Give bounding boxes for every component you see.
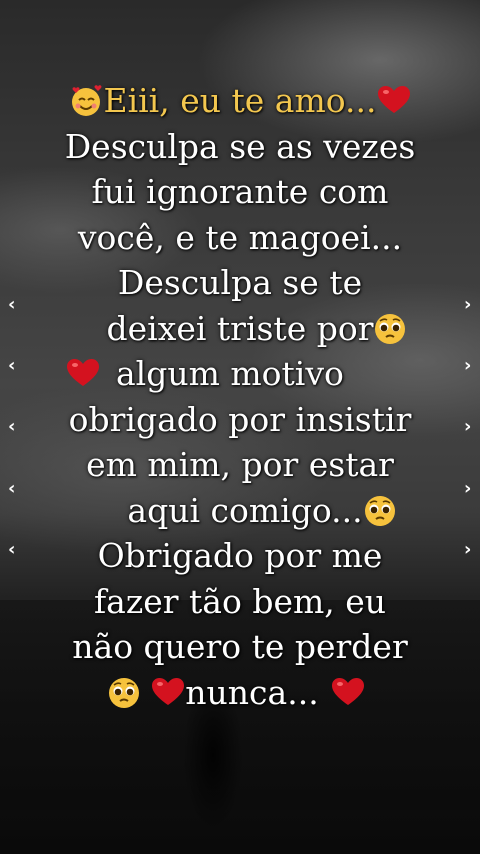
smiling-face-with-hearts-icon: [69, 84, 103, 118]
pleading-face-icon: [363, 494, 397, 528]
pleading-face-icon: [373, 312, 407, 346]
message-line: não quero te perder: [72, 627, 408, 666]
message-line-with-emoji: deixei triste por: [0, 306, 480, 352]
red-heart-icon: [151, 673, 185, 705]
message-line: algum motivo: [116, 354, 344, 393]
message-line: Desculpa se as vezes: [64, 126, 416, 166]
message-line: deixei triste por: [106, 308, 374, 348]
message-line-with-emoji: algum motivo: [0, 351, 480, 397]
message-line: Obrigado por me: [97, 536, 383, 575]
message-line: nunca...: [185, 672, 319, 712]
message-line: aqui comigo...: [127, 490, 363, 530]
pleading-face-icon: [107, 676, 141, 710]
love-message: Eiii, eu te amo... Desculpa se as vezes …: [0, 78, 480, 715]
message-line: obrigado por insistir: [68, 399, 412, 439]
red-heart-icon: [377, 81, 411, 113]
message-line: em mim, por estar: [86, 445, 394, 484]
message-line: você, e te magoei...: [77, 217, 403, 257]
message-line-with-emoji: aqui comigo...: [0, 488, 480, 534]
message-line: fazer tão bem, eu: [93, 581, 387, 621]
message-line: fui ignorante com: [91, 172, 389, 211]
message-title: Eiii, eu te amo...: [103, 81, 377, 120]
message-line: Desculpa se te: [117, 263, 363, 302]
message-title-line: Eiii, eu te amo...: [0, 78, 480, 124]
red-heart-icon: [66, 354, 100, 386]
message-last-line: nunca...: [0, 670, 480, 716]
red-heart-icon: [331, 673, 365, 705]
